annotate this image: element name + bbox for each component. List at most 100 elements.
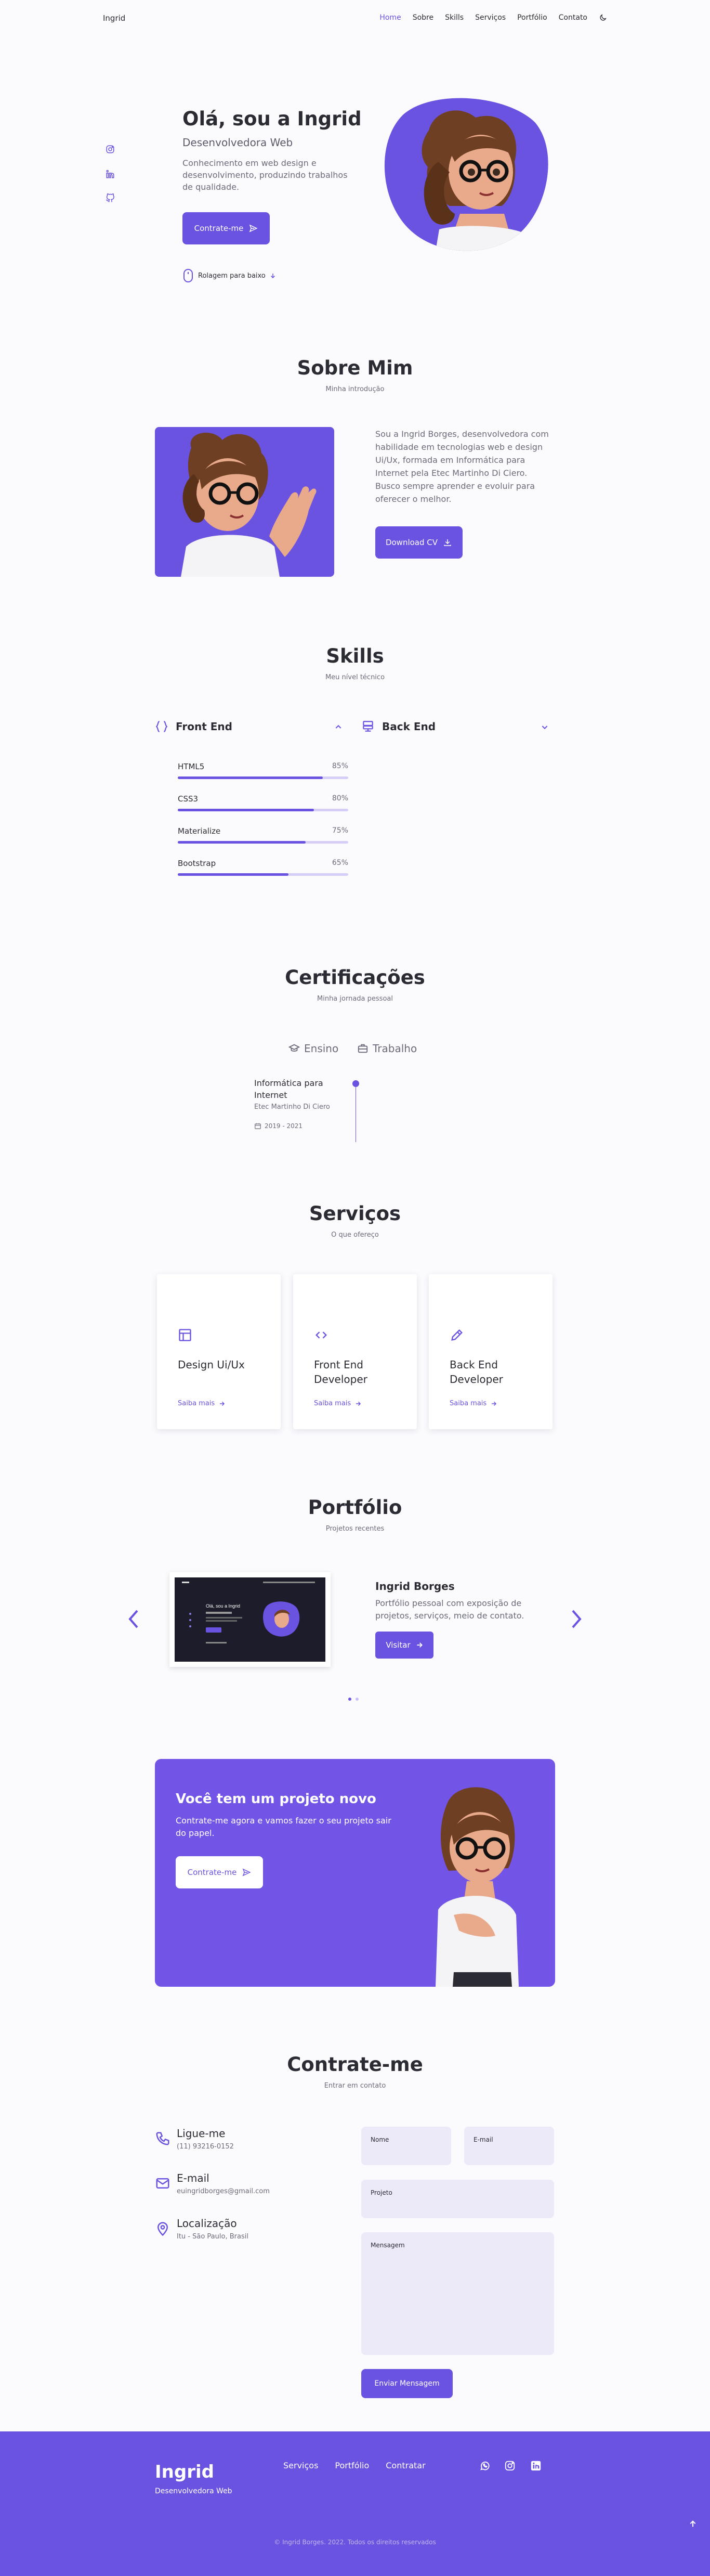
chevron-right-icon[interactable] — [570, 1609, 583, 1629]
cta-banner: Você tem um projeto novo Contrate-me ago… — [155, 1759, 555, 1987]
hire-me-label: Contrate-me — [194, 224, 244, 233]
skill-name: Bootstrap — [178, 859, 216, 868]
skill-group-backend-label: Back End — [382, 720, 436, 733]
briefcase-icon — [358, 1044, 368, 1053]
project-title: Ingrid Borges — [375, 1580, 455, 1593]
certs-title: Certificações — [285, 966, 425, 989]
hero-description: Conhecimento em web design e desenvolvim… — [182, 158, 348, 192]
contact-subtitle: Entrar em contato — [324, 2082, 386, 2090]
download-icon — [444, 539, 451, 546]
skill-bar-fill — [178, 873, 289, 876]
cert-date: 2019 - 2021 — [254, 1122, 303, 1130]
chevron-up-icon[interactable] — [334, 723, 343, 731]
hire-me-button[interactable]: Contrate-me — [182, 212, 270, 244]
logo[interactable]: Ingrid — [103, 14, 125, 23]
project-screenshot[interactable]: Olá, sou a Ingrid — [169, 1572, 331, 1667]
services-title: Serviços — [309, 1202, 401, 1225]
project-field[interactable]: Projeto — [361, 2180, 554, 2218]
service-card-backend: Back End Developer Saiba mais — [429, 1274, 553, 1429]
moon-icon[interactable] — [599, 14, 607, 22]
chevron-down-icon[interactable] — [541, 723, 549, 731]
linkedin-icon[interactable] — [106, 170, 115, 179]
arrow-right-icon — [356, 1401, 361, 1406]
footer-link-servicos[interactable]: Serviços — [283, 2461, 318, 2470]
chevron-left-icon[interactable] — [127, 1609, 140, 1629]
tab-trabalho-label: Trabalho — [373, 1042, 417, 1055]
skill-bar — [178, 809, 348, 811]
footer-link-portfolio[interactable]: Portfólio — [335, 2461, 369, 2470]
linkedin-icon[interactable] — [530, 2460, 542, 2471]
tab-trabalho[interactable]: Trabalho — [357, 1042, 417, 1055]
contact-title: Contrate-me — [287, 2053, 423, 2076]
carousel-dot[interactable] — [356, 1698, 359, 1701]
download-cv-button[interactable]: Download CV — [375, 526, 463, 559]
send-message-label: Enviar Mensagem — [374, 2379, 440, 2388]
message-field[interactable]: Mensagem — [361, 2232, 554, 2355]
certs-subtitle: Minha jornada pessoal — [317, 995, 393, 1003]
service-more-label: Saiba mais — [178, 1400, 215, 1407]
cta-hire-button[interactable]: Contrate-me — [176, 1856, 263, 1888]
github-icon[interactable] — [106, 193, 115, 203]
footer-subtitle: Desenvolvedora Web — [155, 2487, 232, 2495]
footer-logo: Ingrid — [155, 2462, 214, 2482]
skill-percent: 65% — [332, 859, 348, 867]
skills-title: Skills — [326, 645, 384, 667]
phone-icon — [156, 2132, 169, 2145]
send-message-button[interactable]: Enviar Mensagem — [361, 2369, 453, 2398]
cert-title: Informática para Internet — [254, 1078, 323, 1100]
name-field-label: Nome — [371, 2136, 389, 2143]
tab-ensino-label: Ensino — [304, 1042, 339, 1055]
tab-ensino[interactable]: Ensino — [288, 1042, 338, 1055]
instagram-icon[interactable] — [504, 2460, 516, 2471]
skill-bar-fill — [178, 776, 323, 779]
nav-contato[interactable]: Contato — [559, 14, 587, 22]
nav-portfolio[interactable]: Portfólio — [517, 14, 547, 22]
visit-button[interactable]: Visitar — [375, 1632, 433, 1659]
scroll-down-link[interactable]: Rolagem para baixo — [182, 268, 276, 283]
skill-percent: 85% — [332, 762, 348, 770]
service-more-link[interactable]: Saiba mais — [178, 1400, 225, 1407]
header: Ingrid Home Sobre Skills Serviços Portfó… — [0, 0, 710, 36]
arrow-right-icon — [416, 1642, 423, 1648]
skill-bar-fill — [178, 841, 306, 844]
project-description: Portfólio pessoal com exposição de proje… — [375, 1598, 524, 1621]
cta-hire-label: Contrate-me — [187, 1868, 237, 1877]
service-more-link[interactable]: Saiba mais — [450, 1400, 497, 1407]
about-title: Sobre Mim — [297, 357, 413, 379]
instagram-icon[interactable] — [106, 145, 115, 154]
send-icon — [243, 1868, 251, 1876]
contact-phone-title: Ligue-me — [177, 2127, 226, 2140]
skill-group-frontend-label: Front End — [176, 720, 232, 733]
skill-group-frontend[interactable]: Front End — [155, 720, 232, 733]
nav-sobre[interactable]: Sobre — [413, 14, 433, 22]
name-field[interactable]: Nome — [361, 2127, 451, 2165]
scroll-down-label: Rolagem para baixo — [198, 271, 266, 280]
skill-bar — [178, 841, 348, 844]
footer-copyright: © Ingrid Borges. 2022. Todos os direitos… — [274, 2539, 436, 2546]
email-field[interactable]: E-mail — [464, 2127, 554, 2165]
carousel-dot-active[interactable] — [348, 1698, 351, 1701]
nav-home[interactable]: Home — [379, 14, 401, 22]
nav-skills[interactable]: Skills — [445, 14, 464, 22]
skill-item: Bootstrap 65% — [178, 859, 348, 876]
email-field-label: E-mail — [474, 2136, 493, 2143]
contact-phone-value: (11) 93216-0152 — [177, 2143, 234, 2151]
arrow-up-icon[interactable] — [689, 2520, 697, 2528]
skill-group-backend[interactable]: Back End — [361, 720, 436, 733]
graduation-cap-icon — [288, 1044, 300, 1052]
contact-location-value: Itu - São Paulo, Brasil — [177, 2233, 248, 2241]
footer-links: Serviços Portfólio Contratar — [283, 2461, 426, 2470]
services-subtitle: O que ofereço — [331, 1231, 379, 1239]
code-icon — [315, 1331, 327, 1339]
portfolio-subtitle: Projetos recentes — [325, 1525, 385, 1533]
whatsapp-icon[interactable] — [479, 2460, 491, 2471]
skills-subtitle: Meu nível técnico — [325, 674, 385, 681]
footer: Ingrid Desenvolvedora Web Serviços Portf… — [0, 2431, 710, 2576]
service-more-label: Saiba mais — [314, 1400, 351, 1407]
service-more-link[interactable]: Saiba mais — [314, 1400, 361, 1407]
cert-date-text: 2019 - 2021 — [265, 1122, 303, 1130]
cta-description: Contrate-me agora e vamos fazer o seu pr… — [176, 1816, 391, 1838]
nav-servicos[interactable]: Serviços — [475, 14, 506, 22]
server-icon — [363, 721, 373, 732]
footer-link-contratar[interactable]: Contratar — [386, 2461, 425, 2470]
